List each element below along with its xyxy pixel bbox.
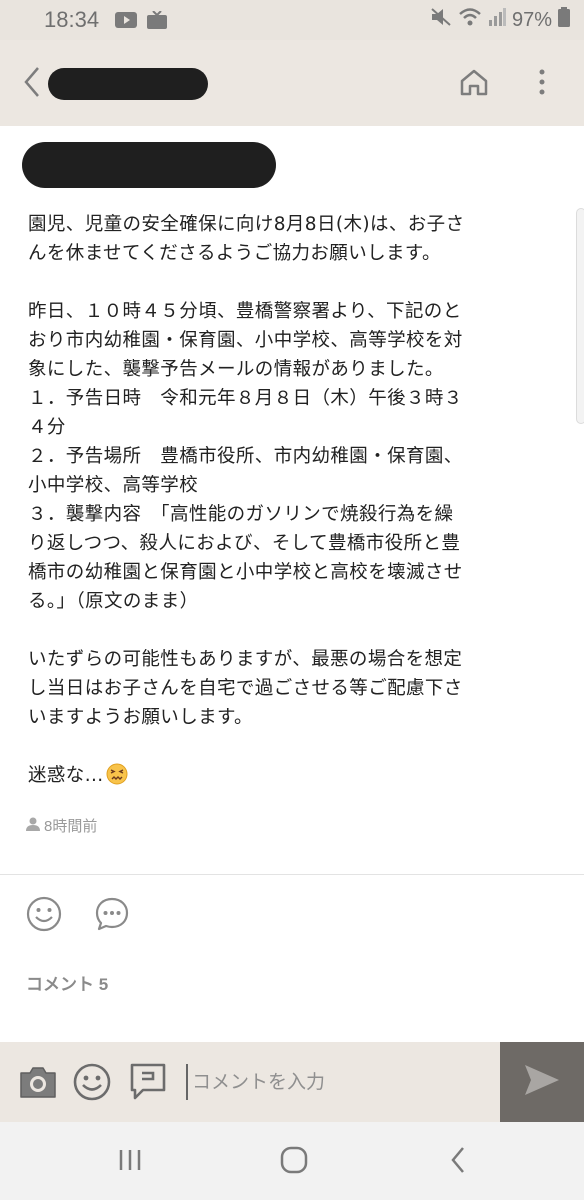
person-icon (26, 817, 40, 835)
app-header (0, 40, 584, 126)
post-line: 橋市の幼稚園と保育園と小中学校と高校を壊滅させ (28, 562, 463, 583)
battery-percent: 97% (511, 8, 552, 31)
scrollbar-handle[interactable] (576, 208, 584, 424)
tv-icon (147, 11, 168, 29)
post-line: んを休ませてくださるようご協力お願いします。 (28, 243, 441, 264)
post-line: 昨日、１０時４５分頃、豊橋警察署より、下記のと (28, 301, 462, 322)
home-icon (459, 68, 489, 100)
system-nav-bar (0, 1122, 584, 1200)
comment-count: コメント 5 (26, 970, 108, 995)
post-line: ４分 (28, 417, 66, 438)
back-nav-button[interactable] (438, 1142, 478, 1182)
post-line: おり市内幼稚園・保育園、小中学校、高等学校を対 (28, 330, 463, 351)
post-line: いたずらの可能性もありますが、最悪の場合を想定 (28, 649, 463, 670)
home-button[interactable] (456, 64, 492, 104)
comment-input[interactable] (186, 1064, 490, 1100)
battery-icon (558, 7, 570, 33)
post-meta: 8時間前 (26, 815, 97, 836)
home-circle-icon (280, 1146, 308, 1178)
mute-icon (430, 7, 452, 33)
post-line-blank (28, 732, 568, 761)
post-line: ３．襲撃内容 「高性能のガソリンで焼殺行為を繰 (28, 504, 454, 525)
stamp-button[interactable] (126, 1062, 170, 1106)
post-line: 小中学校、高等学校 (28, 475, 199, 496)
sticker-button[interactable] (70, 1062, 114, 1106)
status-bar: 18:34 97% (0, 0, 584, 40)
stamp-icon (129, 1062, 167, 1106)
post-last-line: 迷惑な... (28, 761, 568, 790)
comment-count-value: 5 (98, 975, 109, 994)
signal-icon (488, 8, 506, 32)
youtube-icon (115, 12, 138, 28)
status-time: 18:34 (44, 7, 100, 32)
comment-button[interactable] (92, 896, 132, 936)
recents-button[interactable] (110, 1142, 150, 1182)
divider (0, 874, 584, 875)
smiley-reaction-button[interactable] (24, 896, 64, 936)
post-line: り返しつつ、殺人におよび、そして豊橋市役所と豊 (28, 533, 461, 554)
post-time: 8時間前 (44, 818, 98, 835)
send-icon (522, 1062, 562, 1102)
back-icon (449, 1146, 467, 1178)
recents-icon (117, 1148, 143, 1176)
wifi-icon (458, 7, 482, 33)
post-last-line-text: 迷惑な... (28, 765, 104, 786)
camera-button[interactable] (16, 1062, 60, 1106)
page-title-redacted (48, 68, 208, 100)
post-line: いますようお願いします。 (28, 707, 253, 728)
post-line: し当日はお子さんを自宅で過ごさせる等ご配慮下さ (28, 678, 463, 699)
author-name-redacted (22, 142, 276, 188)
post-line: 園児、児童の安全確保に向け8月8日(木)は、お子さ (28, 214, 465, 235)
chevron-left-icon (23, 66, 41, 102)
post-line: 象にした、襲撃予告メールの情報がありました。 (28, 359, 444, 380)
send-button[interactable] (500, 1042, 584, 1122)
comment-count-label: コメント (26, 975, 94, 994)
post-line-blank (28, 616, 568, 645)
confounded-face-emoji (106, 763, 128, 785)
post-line: ２．予告場所 豊橋市役所、市内幼稚園・保育園、 (28, 446, 463, 467)
smiley-icon (26, 896, 62, 936)
smiley-icon (72, 1062, 112, 1106)
more-vertical-icon (539, 69, 545, 99)
home-nav-button[interactable] (274, 1142, 314, 1182)
post-body: 園児、児童の安全確保に向け8月8日(木)は、お子さ んを休ませてくださるようご協… (28, 210, 568, 790)
camera-icon (18, 1065, 58, 1103)
post-line-blank (28, 268, 568, 297)
back-button[interactable] (18, 64, 46, 104)
more-options-button[interactable] (530, 64, 554, 104)
speech-bubble-icon (94, 896, 130, 936)
post-line: １．予告日時 令和元年８月８日（木）午後３時３ (28, 388, 463, 409)
comment-input-bar (0, 1042, 584, 1122)
post-line: る。」（原文のまま） (28, 591, 199, 612)
